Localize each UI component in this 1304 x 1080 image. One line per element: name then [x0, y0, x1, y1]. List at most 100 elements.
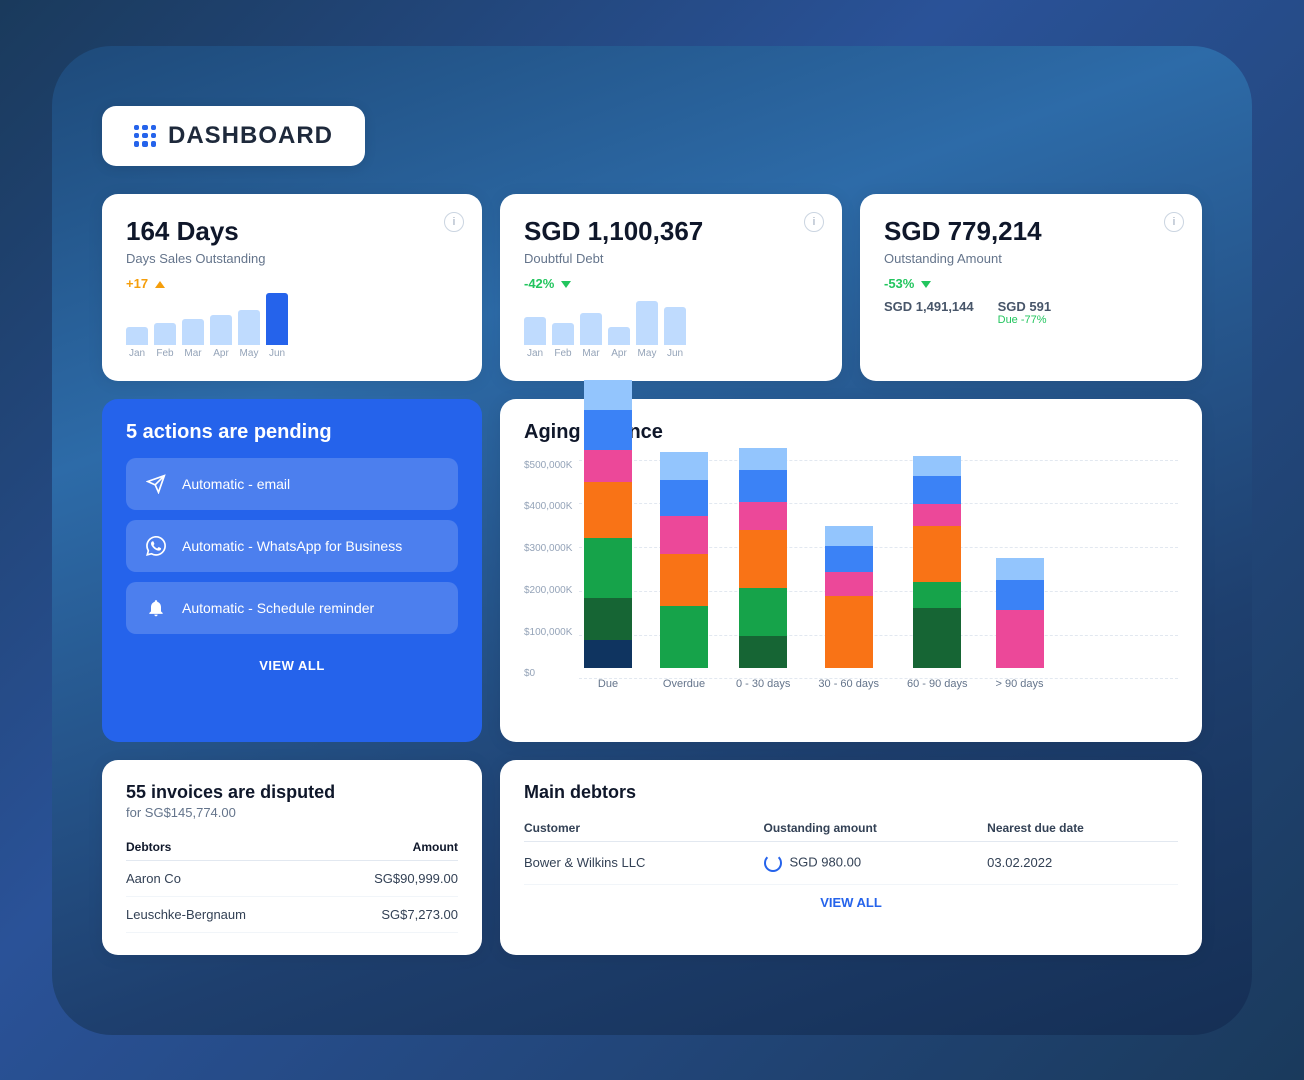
loading-spinner-icon — [764, 854, 782, 872]
dashboard-header: DASHBOARD — [102, 106, 365, 166]
aging-group-4: 60 - 90 days — [907, 456, 968, 690]
bar-seg-3-2 — [825, 546, 873, 572]
info-icon-kpi1[interactable]: i — [444, 212, 464, 232]
bar-seg-4-5 — [913, 456, 961, 476]
disputes-subtitle: for SG$145,774.00 — [126, 805, 458, 820]
debtors-col-customer: Customer — [524, 815, 764, 842]
kpi2-bar-May: May — [636, 301, 658, 359]
stacked-bar-2 — [739, 448, 787, 668]
bar-x-label-1: Overdue — [663, 678, 705, 690]
debtors-col-amount: Oustanding amount — [764, 815, 988, 842]
dispute-row: Leuschke-BergnaumSG$7,273.00 — [126, 896, 458, 932]
aging-group-1: Overdue — [660, 452, 708, 690]
kpi1-bar-Feb: Feb — [154, 323, 176, 359]
info-icon-kpi2[interactable]: i — [804, 212, 824, 232]
aging-balance-card: Aging Balance $0 $100,000K $200,000K $30… — [500, 399, 1202, 742]
aging-group-0: Due — [584, 380, 632, 690]
bar-seg-4-1 — [913, 582, 961, 608]
stacked-bar-5 — [996, 558, 1044, 668]
bar-seg-1-0 — [660, 606, 708, 668]
action-whatsapp[interactable]: Automatic - WhatsApp for Business — [126, 520, 458, 572]
kpi1-label: Days Sales Outstanding — [126, 251, 458, 266]
bar-seg-5-1 — [996, 580, 1044, 610]
bar-seg-2-4 — [739, 470, 787, 502]
bar-seg-5-2 — [996, 558, 1044, 580]
kpi-outstanding: i SGD 779,214 Outstanding Amount -53% SG… — [860, 194, 1202, 381]
kpi1-bar-Jan: Jan — [126, 327, 148, 359]
kpi3-value: SGD 779,214 — [884, 216, 1178, 247]
kpi2-label: Doubtful Debt — [524, 251, 818, 266]
disputes-card: 55 invoices are disputed for SG$145,774.… — [102, 760, 482, 955]
kpi3-sub: SGD 1,491,144 SGD 591 Due -77% — [884, 299, 1178, 326]
bar-seg-0-0 — [584, 640, 632, 668]
action-whatsapp-label: Automatic - WhatsApp for Business — [182, 538, 402, 554]
kpi3-sub1-value: SGD 1,491,144 — [884, 299, 974, 314]
disputes-table: Debtors Amount Aaron CoSG$90,999.00Leusc… — [126, 834, 458, 933]
bar-seg-1-1 — [660, 554, 708, 606]
bar-seg-0-2 — [584, 538, 632, 598]
triangle-down-icon-2 — [921, 281, 931, 288]
kpi2-value: SGD 1,100,367 — [524, 216, 818, 247]
bar-seg-4-2 — [913, 526, 961, 582]
debtor-customer-0: Bower & Wilkins LLC — [524, 841, 764, 884]
bar-seg-0-6 — [584, 380, 632, 410]
debtor-date-0: 03.02.2022 — [987, 841, 1178, 884]
kpi2-bar-Feb: Feb — [552, 323, 574, 359]
view-all-actions-button[interactable]: VIEW ALL — [126, 650, 458, 681]
email-icon — [142, 470, 170, 498]
action-email[interactable]: Automatic - email — [126, 458, 458, 510]
kpi1-change: +17 — [126, 276, 458, 291]
kpi1-bar-Apr: Apr — [210, 315, 232, 359]
bar-seg-2-0 — [739, 636, 787, 668]
view-all-debtors-link[interactable]: VIEW ALL — [524, 895, 1178, 910]
reminder-icon — [142, 594, 170, 622]
actions-title: 5 actions are pending — [126, 421, 458, 444]
dispute-debtor-0: Aaron Co — [126, 860, 321, 896]
info-icon-kpi3[interactable]: i — [1164, 212, 1184, 232]
debtors-col-date: Nearest due date — [987, 815, 1178, 842]
kpi2-bar-Jan: Jan — [524, 317, 546, 359]
bar-seg-4-0 — [913, 608, 961, 668]
main-debtors-card: Main debtors Customer Oustanding amount … — [500, 760, 1202, 955]
main-grid: i 164 Days Days Sales Outstanding +17 Ja… — [102, 194, 1202, 955]
bar-seg-3-0 — [825, 596, 873, 668]
bar-x-label-4: 60 - 90 days — [907, 678, 968, 690]
kpi2-bar-Apr: Apr — [608, 327, 630, 359]
debtor-row: Bower & Wilkins LLCSGD 980.0003.02.2022 — [524, 841, 1178, 884]
bar-seg-0-1 — [584, 598, 632, 640]
kpi1-value: 164 Days — [126, 216, 458, 247]
kpi2-bar-Mar: Mar — [580, 313, 602, 359]
action-reminder[interactable]: Automatic - Schedule reminder — [126, 582, 458, 634]
bar-seg-2-3 — [739, 502, 787, 530]
dispute-amount-1: SG$7,273.00 — [321, 896, 458, 932]
stacked-bar-0 — [584, 380, 632, 668]
kpi3-sub2-sublabel: Due -77% — [998, 314, 1051, 326]
kpi2-bar-Jun: Jun — [664, 307, 686, 359]
bar-seg-2-1 — [739, 588, 787, 636]
stacked-bar-4 — [913, 456, 961, 668]
aging-bars: DueOverdue0 - 30 days30 - 60 days60 - 90… — [524, 460, 1178, 690]
debtors-table: Customer Oustanding amount Nearest due d… — [524, 815, 1178, 885]
disputes-col-debtors: Debtors — [126, 834, 321, 861]
dashboard-container: DASHBOARD i 164 Days Days Sales Outstand… — [52, 46, 1252, 1035]
bar-seg-2-2 — [739, 530, 787, 588]
dispute-row: Aaron CoSG$90,999.00 — [126, 860, 458, 896]
aging-chart: $0 $100,000K $200,000K $300,000K $400,00… — [524, 460, 1178, 720]
debtor-amount-col-0: SGD 980.00 — [764, 841, 988, 884]
bar-seg-3-1 — [825, 572, 873, 596]
kpi1-chart: JanFebMarAprMayJun — [126, 299, 458, 359]
whatsapp-icon — [142, 532, 170, 560]
disputes-title: 55 invoices are disputed — [126, 782, 458, 803]
bar-seg-5-0 — [996, 610, 1044, 668]
bar-seg-1-4 — [660, 452, 708, 480]
dispute-amount-0: SG$90,999.00 — [321, 860, 458, 896]
bar-seg-0-3 — [584, 482, 632, 538]
dispute-debtor-1: Leuschke-Bergnaum — [126, 896, 321, 932]
stacked-bar-1 — [660, 452, 708, 668]
kpi1-bar-May: May — [238, 310, 260, 359]
page-title: DASHBOARD — [168, 122, 333, 150]
kpi3-change: -53% — [884, 276, 1178, 291]
bar-x-label-2: 0 - 30 days — [736, 678, 790, 690]
bar-x-label-3: 30 - 60 days — [818, 678, 879, 690]
bar-seg-2-5 — [739, 448, 787, 470]
